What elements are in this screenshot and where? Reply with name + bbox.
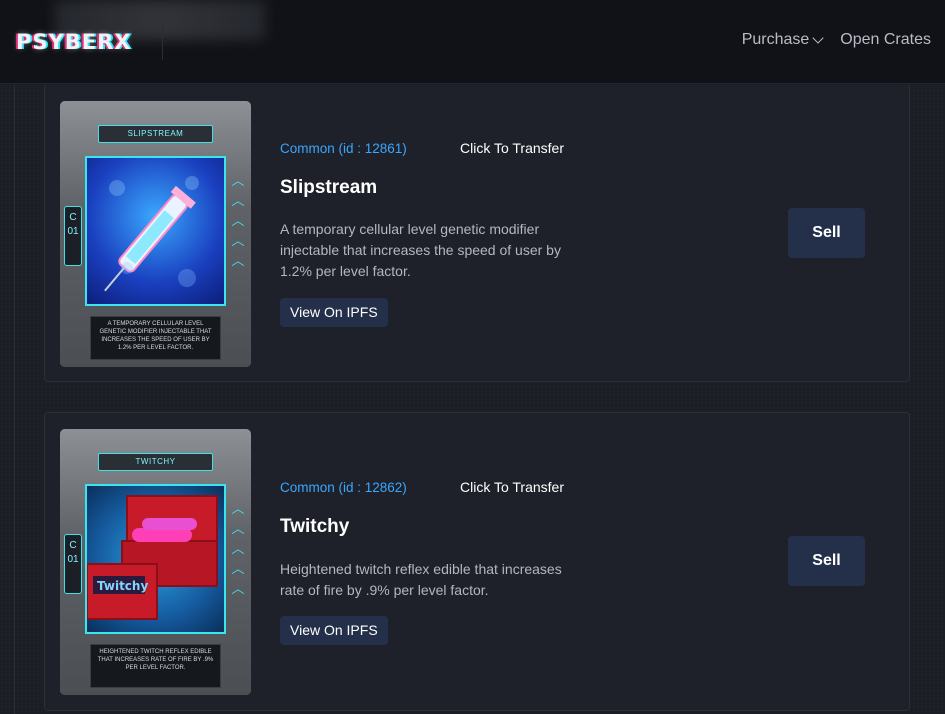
sell-button[interactable]: Sell	[788, 536, 865, 586]
inventory-item: SLIPSTREAM C 01 ︿ ︿ ︿ ︿ ︿ A temporar	[44, 85, 910, 382]
card-artwork	[85, 156, 226, 306]
nav-purchase-label: Purchase	[741, 31, 810, 48]
view-on-ipfs-button[interactable]: View On IPFS	[280, 616, 388, 645]
inventory-item: TWITCHY Twitchy C 01 ︿ ︿ ︿ ︿ ︿ Heightened tw…	[44, 412, 910, 711]
nav-open-crates[interactable]: Open Crates	[840, 31, 931, 49]
header-divider	[162, 24, 163, 60]
rarity-id: Common (id : 12862)	[280, 480, 407, 495]
card-arrows: ︿ ︿ ︿ ︿ ︿	[231, 173, 245, 268]
top-header: PSYBERX Purchase Open Crates	[0, 0, 945, 84]
transfer-link[interactable]: Click To Transfer	[460, 479, 564, 495]
card-title: SLIPSTREAM	[98, 125, 213, 143]
main-nav: Purchase Open Crates	[742, 31, 931, 49]
card-artwork: Twitchy	[85, 484, 226, 634]
transfer-link[interactable]: Click To Transfer	[460, 140, 564, 156]
item-description: Heightened twitch reflex edible that inc…	[280, 561, 562, 598]
sell-button[interactable]: Sell	[788, 208, 865, 258]
item-name: Slipstream	[280, 177, 378, 198]
card-side-label: C 01	[64, 534, 82, 594]
chevron-down-icon	[812, 32, 824, 44]
nav-purchase[interactable]: Purchase	[741, 31, 824, 49]
card-title: TWITCHY	[98, 453, 213, 471]
left-border-line	[14, 85, 15, 714]
card-side-label: C 01	[64, 206, 82, 266]
nft-card-image: TWITCHY Twitchy C 01 ︿ ︿ ︿ ︿ ︿ Heightened tw…	[60, 429, 251, 695]
view-on-ipfs-button[interactable]: View On IPFS	[280, 298, 388, 327]
rarity-id: Common (id : 12861)	[280, 141, 407, 156]
svg-text:Twitchy: Twitchy	[97, 579, 148, 593]
card-arrows: ︿ ︿ ︿ ︿ ︿	[231, 501, 245, 596]
card-description: Heightened twitch reflex edible that inc…	[90, 644, 221, 688]
item-description: A temporary cellular level genetic modif…	[280, 221, 561, 279]
crate-icon: Twitchy	[86, 495, 218, 620]
logo-text: PSYBERX	[16, 30, 132, 54]
card-description: A temporary cellular level genetic modif…	[90, 316, 221, 360]
item-name: Twitchy	[280, 516, 350, 537]
nav-open-crates-label: Open Crates	[840, 31, 931, 48]
inventory-list: SLIPSTREAM C 01 ︿ ︿ ︿ ︿ ︿ A temporar	[0, 85, 945, 714]
psyberx-logo[interactable]: PSYBERX	[16, 28, 146, 56]
syringe-icon	[104, 176, 199, 292]
nft-card-image: SLIPSTREAM C 01 ︿ ︿ ︿ ︿ ︿ A temporar	[60, 101, 251, 367]
